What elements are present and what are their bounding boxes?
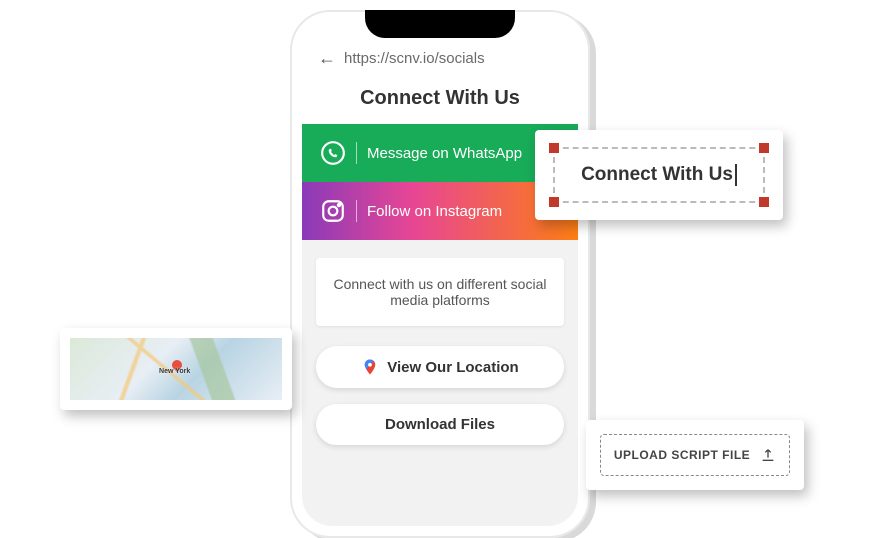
maps-pin-icon — [361, 358, 379, 376]
map-card: New York — [60, 328, 292, 410]
resize-handle-icon[interactable] — [549, 143, 559, 153]
upload-card: UPLOAD SCRIPT FILE — [586, 420, 804, 490]
url-text: https://scnv.io/socials — [344, 50, 485, 67]
editor-text: Connect With Us — [581, 164, 733, 186]
resize-handle-icon[interactable] — [759, 197, 769, 207]
text-editor-card: Connect With Us — [535, 130, 783, 220]
page-title: Connect With Us — [302, 77, 578, 124]
divider — [356, 200, 357, 222]
resize-handle-icon[interactable] — [549, 197, 559, 207]
text-editor-frame[interactable]: Connect With Us — [553, 147, 765, 203]
phone-screen: ← https://scnv.io/socials Connect With U… — [302, 22, 578, 526]
download-label: Download Files — [385, 416, 495, 433]
location-label: View Our Location — [387, 359, 518, 376]
upload-icon — [760, 447, 776, 463]
map-thumbnail[interactable]: New York — [70, 338, 282, 400]
description-card: Connect with us on different social medi… — [316, 258, 564, 326]
back-arrow-icon[interactable]: ← — [318, 48, 336, 69]
whatsapp-icon — [320, 140, 346, 166]
resize-handle-icon[interactable] — [759, 143, 769, 153]
whatsapp-label: Message on WhatsApp — [367, 145, 522, 162]
upload-label: UPLOAD SCRIPT FILE — [614, 448, 750, 462]
instagram-label: Follow on Instagram — [367, 203, 502, 220]
map-city-label: New York — [159, 368, 190, 375]
phone-mockup: ← https://scnv.io/socials Connect With U… — [290, 10, 590, 538]
instagram-icon — [320, 198, 346, 224]
phone-notch — [365, 10, 515, 38]
upload-script-button[interactable]: UPLOAD SCRIPT FILE — [600, 434, 790, 476]
location-button[interactable]: View Our Location — [316, 346, 564, 388]
download-button[interactable]: Download Files — [316, 404, 564, 445]
divider — [356, 142, 357, 164]
text-cursor-icon — [735, 164, 737, 186]
